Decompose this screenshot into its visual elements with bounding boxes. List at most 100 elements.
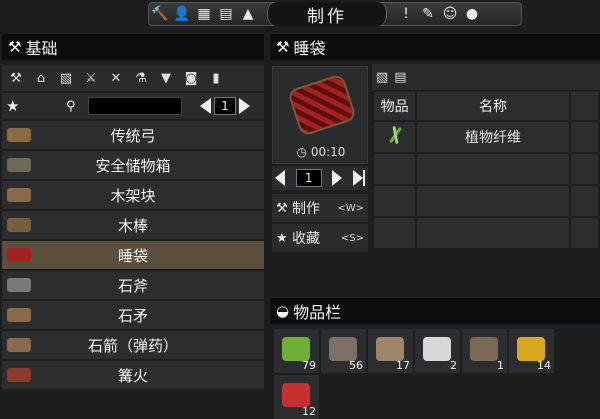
inventory-slot[interactable]: 12 (274, 375, 319, 419)
players-icon[interactable]: ☺ (439, 3, 461, 25)
house-icon[interactable]: ⌂ (31, 68, 51, 88)
recipe-icon-shape (7, 248, 31, 262)
recipe-label: 木棒 (117, 216, 148, 235)
pencil-icon[interactable]: ✎ (417, 3, 439, 25)
page-number: 1 (214, 97, 236, 115)
lightbulb-icon[interactable]: ● (461, 3, 483, 25)
ingredient-name: 植物纤维 (417, 122, 569, 152)
hammer-icon[interactable]: ⚒ (6, 68, 26, 88)
page-selector: 1 (200, 97, 250, 115)
campfire-icon (2, 362, 36, 388)
bow-icon (2, 122, 36, 148)
top-nav-bar: 🔨 👤 ▦ ▤ ▲ 制作 ! ✎ ☺ ● (148, 2, 522, 27)
hammer-icon: ⚒ (276, 38, 290, 56)
recipe-icon-shape (7, 158, 31, 172)
ingredients-table: 物品 名称 植物纤维 (372, 90, 600, 250)
clock-icon: ◷ (296, 145, 308, 159)
item-count: 56 (349, 359, 363, 372)
exclamation-icon[interactable]: ! (395, 3, 417, 25)
craft-button[interactable]: ⚒ 制作 <W> (272, 194, 368, 222)
item-count: 1 (497, 359, 504, 372)
recipe-item[interactable]: 木架块 (2, 181, 264, 209)
sword-icon[interactable]: ⚔ (81, 68, 101, 88)
recipe-icon-shape (7, 278, 31, 292)
search-row: ★ ⚲ 1 (2, 93, 264, 119)
recipe-label: 睡袋 (117, 246, 148, 265)
shirt-icon[interactable]: ▼ (156, 68, 176, 88)
science-icon[interactable]: ⚗ (131, 68, 151, 88)
inventory-slot[interactable]: 2 (415, 329, 460, 373)
search-input[interactable] (88, 97, 182, 115)
increase-quantity-button[interactable] (332, 170, 343, 186)
star-icon[interactable]: ★ (6, 97, 28, 115)
clothes-icon[interactable]: ◙ (181, 68, 201, 88)
recipe-item[interactable]: 睡袋 (2, 241, 264, 269)
inventory-slot[interactable]: 1 (462, 329, 507, 373)
recipe-item[interactable]: 石斧 (2, 271, 264, 299)
recipe-item[interactable]: 石箭（弹药） (2, 331, 264, 359)
recipe-icon-shape (7, 188, 31, 202)
inventory-title: 物品栏 (293, 303, 342, 322)
max-arrow-icon (352, 170, 363, 186)
recipe-panel-title: 基础 (25, 39, 58, 58)
recipe-label: 篝火 (117, 366, 148, 385)
prev-page-button[interactable] (200, 98, 211, 114)
building-icon[interactable]: ▧ (56, 68, 76, 88)
table-row (374, 218, 598, 248)
plant-fiber-icon (282, 337, 310, 361)
building-icon[interactable]: ▧ (376, 70, 388, 85)
decrease-quantity-button[interactable] (275, 170, 285, 186)
inventory-slot[interactable]: 14 (509, 329, 554, 373)
stone-arrow-icon (2, 332, 36, 358)
recipe-item[interactable]: 传统弓 (2, 121, 264, 149)
recipe-item[interactable]: 石矛 (2, 301, 264, 329)
item-count: 12 (302, 405, 316, 418)
max-quantity-button[interactable] (352, 170, 365, 186)
book-icon[interactable]: ▤ (215, 3, 237, 25)
recipe-item[interactable]: 篝火 (2, 361, 264, 389)
map-icon[interactable]: ▦ (193, 3, 215, 25)
stone-axe-icon (2, 272, 36, 298)
table-row (374, 186, 598, 216)
recipe-item[interactable]: 木棒 (2, 211, 264, 239)
favorite-button[interactable]: ★ 收藏 <S> (272, 224, 368, 252)
ingredients-tabs: ▧ ▤ (372, 64, 600, 90)
sleeping-bag-icon (2, 242, 36, 268)
recipe-item[interactable]: 安全储物箱 (2, 151, 264, 179)
inventory-slot[interactable]: 79 (274, 329, 319, 373)
category-filter-row: ⚒ ⌂ ▧ ⚔ ✕ ⚗ ▼ ◙ ▮ (2, 65, 264, 91)
quantity-value[interactable]: 1 (295, 169, 322, 187)
recipe-label: 木架块 (110, 186, 156, 205)
craft-time: ◷ 00:10 (296, 145, 346, 159)
item-count: 79 (302, 359, 316, 372)
book-icon[interactable]: ▤ (394, 70, 406, 85)
ingredient-extra (570, 122, 598, 152)
hammer-icon[interactable]: 🔨 (149, 3, 171, 25)
recipe-icon-shape (7, 368, 31, 382)
backpack-icon: ◒ (276, 302, 290, 320)
column-header-item: 物品 (374, 92, 416, 120)
character-icon[interactable]: 👤 (171, 3, 193, 25)
inventory-slot[interactable]: 56 (321, 329, 366, 373)
tab-crafting[interactable]: 制作 (267, 2, 387, 27)
stone-axe-icon (470, 337, 498, 361)
club-icon (2, 212, 36, 238)
recipe-list: 传统弓安全储物箱木架块木棒睡袋石斧 石矛石箭（弹药） 篝火 (2, 121, 264, 389)
craft-hotkey: <W> (337, 202, 364, 214)
recipe-icon-shape (7, 308, 31, 322)
tools-icon[interactable]: ✕ (106, 68, 126, 88)
recipe-label: 石箭（弹药） (87, 336, 178, 355)
table-row: 植物纤维 (374, 122, 598, 152)
star-icon: ★ (276, 230, 288, 246)
rock-icon (329, 337, 357, 361)
item-preview: ◷ 00:10 (272, 66, 368, 164)
next-page-button[interactable] (239, 98, 250, 114)
inventory-slot[interactable]: 17 (368, 329, 413, 373)
recipe-detail-title: 睡袋 (293, 39, 326, 58)
cylinder-icon[interactable]: ▮ (206, 68, 226, 88)
recipe-label: 传统弓 (110, 126, 156, 145)
item-count: 14 (537, 359, 551, 372)
graduation-icon[interactable]: ▲ (237, 3, 259, 25)
ingredient-icon-cell (374, 122, 416, 152)
inventory-header: ◒ 物品栏 (270, 298, 600, 324)
